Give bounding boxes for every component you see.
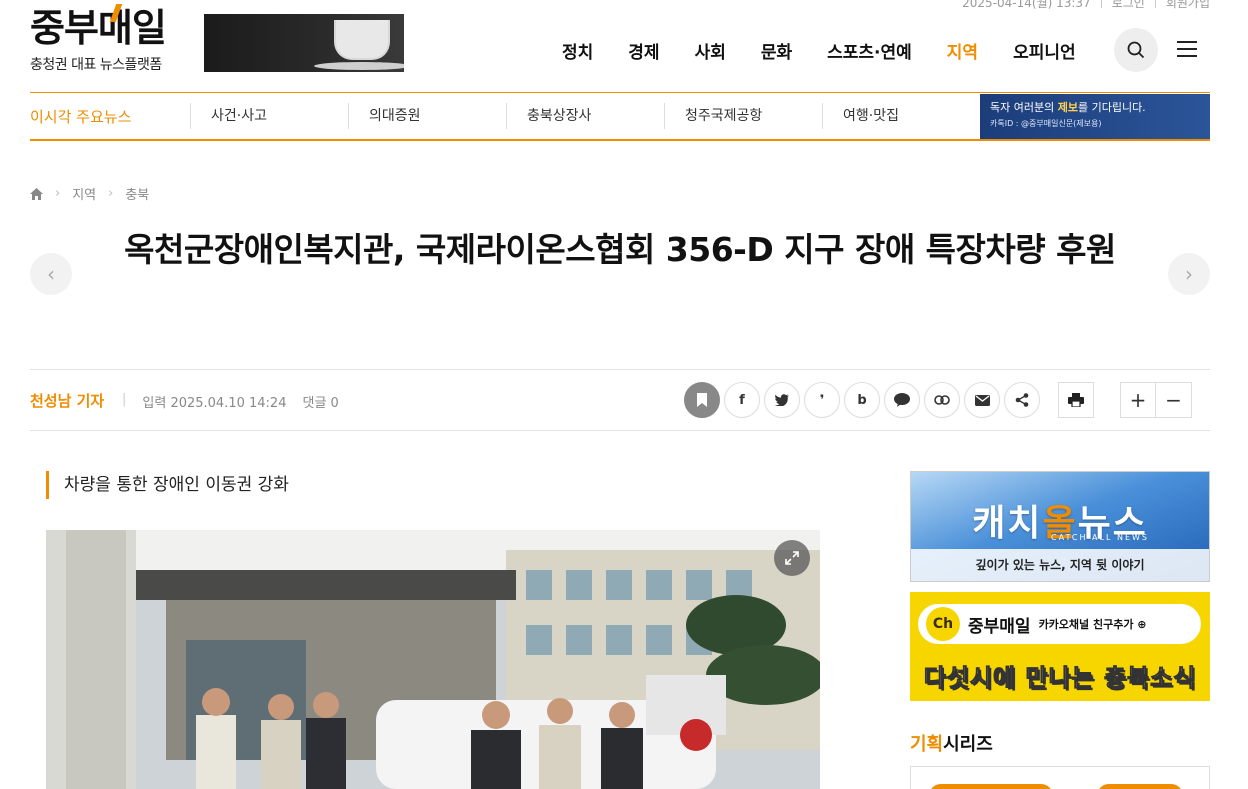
chevron-right-icon: › xyxy=(55,186,61,201)
breadcrumb-chungbuk[interactable]: 충북 xyxy=(125,184,149,203)
reporter-name[interactable]: 천성남 기자 xyxy=(30,390,104,411)
speech-bubble-icon xyxy=(894,393,910,407)
hot-news-title: 이시각 주요뉴스 xyxy=(30,107,132,126)
facebook-icon: f xyxy=(739,392,745,408)
logo-wordmark: 중부매일 xyxy=(30,4,167,50)
twitter-icon xyxy=(775,394,789,406)
ad1-subtitle: 깊이가 있는 뉴스, 지역 뒷 이야기 xyxy=(911,549,1209,581)
nav-item-sports[interactable]: 스포츠·연예 xyxy=(827,38,912,63)
print-button[interactable] xyxy=(1058,382,1094,418)
top-ad-banner[interactable] xyxy=(204,14,404,72)
search-icon xyxy=(1127,41,1145,59)
hot-item-listed[interactable]: 충북상장사 xyxy=(506,103,664,129)
home-icon[interactable] xyxy=(30,187,43,200)
utility-bar: 2025-04-14(월) 13:37 로그인 회원가입 xyxy=(962,0,1210,11)
hamburger-menu-icon[interactable] xyxy=(1177,41,1197,57)
comment-count[interactable]: 댓글 0 xyxy=(302,392,338,411)
ad2-slogan: 다섯시에 만나는 충북소식 xyxy=(923,664,1197,693)
kakao-channel-icon: Ch xyxy=(926,607,960,641)
plus-icon: + xyxy=(1129,388,1147,412)
nav-item-culture[interactable]: 문화 xyxy=(761,38,792,63)
series-heading: 기획시리즈 xyxy=(910,734,993,755)
signup-link[interactable]: 회원가입 xyxy=(1166,0,1210,11)
email-share-button[interactable] xyxy=(964,382,1000,418)
share-icon xyxy=(1015,393,1029,407)
article-subtitle: 차량을 통한 장애인 이동권 강화 xyxy=(46,471,289,499)
series-box xyxy=(910,766,1210,789)
kakaostory-icon: ❜ xyxy=(819,392,825,408)
facebook-share-button[interactable]: f xyxy=(724,382,760,418)
kakaotalk-share-button[interactable] xyxy=(884,382,920,418)
bookmark-button[interactable] xyxy=(684,382,720,418)
chevron-right-icon: › xyxy=(108,186,114,201)
expand-photo-button[interactable] xyxy=(774,540,810,576)
prev-article-button[interactable]: ‹ xyxy=(30,253,72,295)
main-nav: 정치 경제 사회 문화 스포츠·연예 지역 오피니언 xyxy=(562,38,1111,63)
series-tab[interactable] xyxy=(1097,784,1183,789)
tip-banner[interactable]: 독자 여러분의 제보를 기다립니다. 카톡ID : @중부매일신문(제보용) xyxy=(980,94,1210,139)
article-meta-bar: 천성남 기자 | 입력 2025.04.10 14:24 댓글 0 f ❜ b xyxy=(30,369,1210,431)
catch-all-news-banner[interactable]: 캐치올뉴스 CATCH ALL NEWS 깊이가 있는 뉴스, 지역 뒷 이야기 xyxy=(910,471,1210,582)
ad2-brand: 중부매일 xyxy=(968,616,1031,637)
band-icon: b xyxy=(857,392,867,408)
expand-icon xyxy=(785,551,799,565)
twitter-share-button[interactable] xyxy=(764,382,800,418)
saucer-image xyxy=(314,62,404,70)
hot-item-travel[interactable]: 여행·맛집 xyxy=(822,103,980,129)
hot-item-accidents[interactable]: 사건·사고 xyxy=(190,103,348,129)
article-info: | 입력 2025.04.10 14:24 댓글 0 xyxy=(122,392,339,411)
kakao-channel-banner[interactable]: Ch 중부매일 카카오채널 친구추가 ⊕ 다섯시에 만나는 충북소식 xyxy=(910,592,1210,701)
divider xyxy=(1100,0,1102,8)
hot-news-bar: 이시각 주요뉴스 사건·사고 의대증원 충북상장사 청주국제공항 여행·맛집 독… xyxy=(30,92,1210,141)
kakaostory-share-button[interactable]: ❜ xyxy=(804,382,840,418)
ad2-add-friend: 카카오채널 친구추가 ⊕ xyxy=(1038,618,1147,631)
minus-icon: − xyxy=(1165,388,1182,412)
divider: | xyxy=(122,392,127,407)
ad1-english: CATCH ALL NEWS xyxy=(1051,533,1149,542)
article-photo[interactable] xyxy=(46,530,820,789)
breadcrumb-region[interactable]: 지역 xyxy=(72,184,96,203)
coffee-cup-image xyxy=(334,20,390,60)
more-share-button[interactable] xyxy=(1004,382,1040,418)
font-decrease-button[interactable]: − xyxy=(1156,382,1192,418)
ceremony-photo xyxy=(46,530,820,789)
band-share-button[interactable]: b xyxy=(844,382,880,418)
nav-item-society[interactable]: 사회 xyxy=(695,38,726,63)
breadcrumb: › 지역 › 충북 xyxy=(30,184,149,203)
kakao-channel-pill: Ch 중부매일 카카오채널 친구추가 ⊕ xyxy=(918,604,1201,644)
mail-icon xyxy=(974,394,990,406)
print-icon xyxy=(1068,393,1084,407)
nav-item-economy[interactable]: 경제 xyxy=(628,38,659,63)
font-increase-button[interactable]: + xyxy=(1120,382,1156,418)
article-title: 옥천군장애인복지관, 국제라이온스협회 356-D 지구 장애 특장차량 후원 xyxy=(124,230,1116,269)
bookmark-icon xyxy=(697,393,707,407)
article-tools: + − xyxy=(1058,382,1192,418)
nav-item-opinion[interactable]: 오피니언 xyxy=(1013,38,1076,63)
chevron-left-icon: ‹ xyxy=(47,262,55,286)
login-link[interactable]: 로그인 xyxy=(1112,0,1145,11)
hot-item-medical[interactable]: 의대증원 xyxy=(348,103,506,129)
share-buttons: f ❜ b xyxy=(684,382,1040,418)
divider xyxy=(1154,0,1156,8)
current-datetime: 2025-04-14(월) 13:37 xyxy=(962,0,1091,10)
site-logo[interactable]: 중부매일 충청권 대표 뉴스플랫폼 xyxy=(30,4,167,74)
hot-item-airport[interactable]: 청주국제공항 xyxy=(664,103,822,129)
nav-item-region[interactable]: 지역 xyxy=(947,38,978,63)
copy-link-button[interactable] xyxy=(924,382,960,418)
nav-item-politics[interactable]: 정치 xyxy=(562,38,593,63)
search-button[interactable] xyxy=(1114,28,1158,72)
series-tab[interactable] xyxy=(929,784,1053,789)
link-icon xyxy=(934,395,950,405)
next-article-button[interactable]: › xyxy=(1168,253,1210,295)
publish-date: 입력 2025.04.10 14:24 xyxy=(142,396,287,411)
logo-tagline: 충청권 대표 뉴스플랫폼 xyxy=(30,57,162,73)
chevron-right-icon: › xyxy=(1185,262,1193,286)
